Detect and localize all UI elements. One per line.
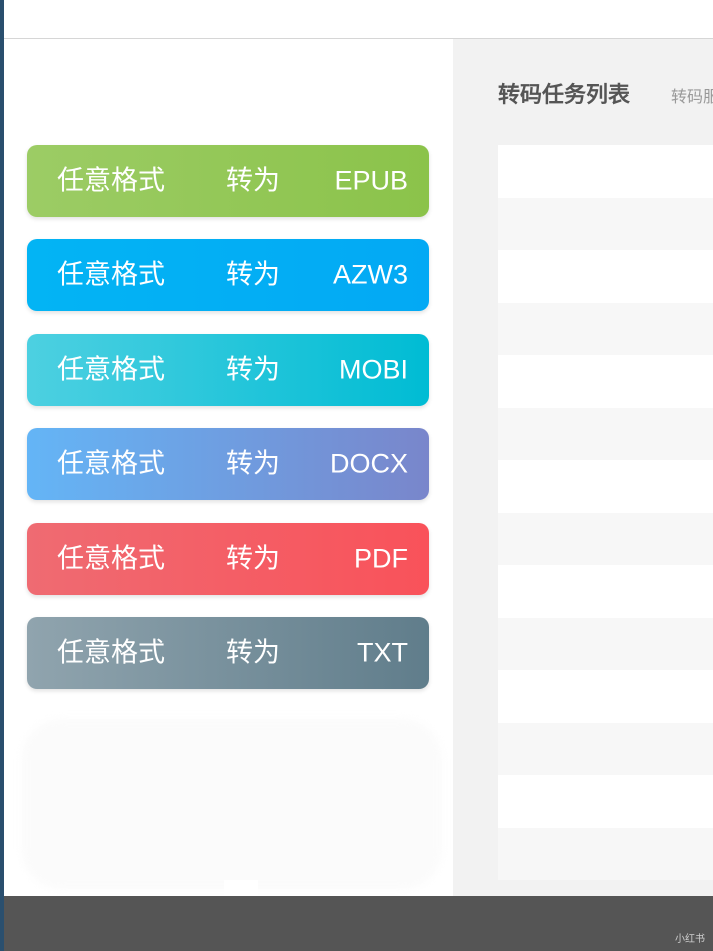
- source-format-label: 任意格式: [57, 543, 165, 574]
- table-row: [498, 355, 713, 408]
- table-row: [498, 512, 713, 565]
- convert-to-docx-button[interactable]: 任意格式 转为 DOCX: [27, 428, 429, 500]
- blurred-area: [22, 719, 442, 889]
- target-format-label: MOBI: [338, 354, 408, 385]
- source-format-label: 任意格式: [57, 637, 165, 668]
- convert-to-label: 转为: [226, 259, 280, 290]
- bottom-bar: 小红书: [4, 896, 713, 951]
- app-window: 任意格式 转为 EPUB 任意格式 转为 AZW3 任意格式 转为 MOBI 任意格式 转为 DOCX…: [4, 0, 713, 951]
- task-list-title: 转码任务列表: [498, 82, 631, 107]
- panel-marker: [224, 880, 258, 896]
- table-row: [498, 250, 713, 303]
- table-row: [498, 670, 713, 723]
- convert-to-txt-button[interactable]: 任意格式 转为 TXT: [27, 617, 429, 689]
- convert-to-label: 转为: [226, 543, 280, 574]
- convert-to-pdf-button[interactable]: 任意格式 转为 PDF: [27, 523, 429, 595]
- table-row: [498, 197, 713, 250]
- table-row: [498, 722, 713, 775]
- task-table: [498, 145, 713, 880]
- watermark-label: 小红书: [675, 934, 705, 945]
- convert-to-label: 转为: [226, 354, 280, 385]
- target-format-label: AZW3: [332, 259, 408, 290]
- task-list-panel: 转码任务列表 转码服务: [453, 39, 713, 896]
- table-row: [498, 145, 713, 198]
- table-row: [498, 775, 713, 828]
- convert-to-label: 转为: [226, 637, 280, 668]
- table-row: [498, 565, 713, 618]
- task-list-subtitle: 转码服务: [671, 89, 713, 106]
- convert-to-azw3-button[interactable]: 任意格式 转为 AZW3: [27, 239, 429, 311]
- table-row: [498, 617, 713, 670]
- source-format-label: 任意格式: [57, 259, 165, 290]
- table-row: [498, 827, 713, 880]
- convert-to-label: 转为: [226, 448, 280, 479]
- table-row: [498, 460, 713, 513]
- target-format-label: PDF: [354, 543, 408, 574]
- table-row: [498, 407, 713, 460]
- converter-panel: 任意格式 转为 EPUB 任意格式 转为 AZW3 任意格式 转为 MOBI 任意格式 转为 DOCX…: [4, 39, 453, 896]
- source-format-label: 任意格式: [57, 354, 165, 385]
- convert-to-label: 转为: [226, 165, 280, 196]
- target-format-label: EPUB: [334, 165, 408, 196]
- convert-to-epub-button[interactable]: 任意格式 转为 EPUB: [27, 145, 429, 217]
- target-format-label: DOCX: [329, 448, 408, 479]
- convert-to-mobi-button[interactable]: 任意格式 转为 MOBI: [27, 334, 429, 406]
- source-format-label: 任意格式: [57, 165, 165, 196]
- top-bar: [4, 0, 713, 39]
- source-format-label: 任意格式: [57, 448, 165, 479]
- table-row: [498, 302, 713, 355]
- target-format-label: TXT: [357, 637, 408, 668]
